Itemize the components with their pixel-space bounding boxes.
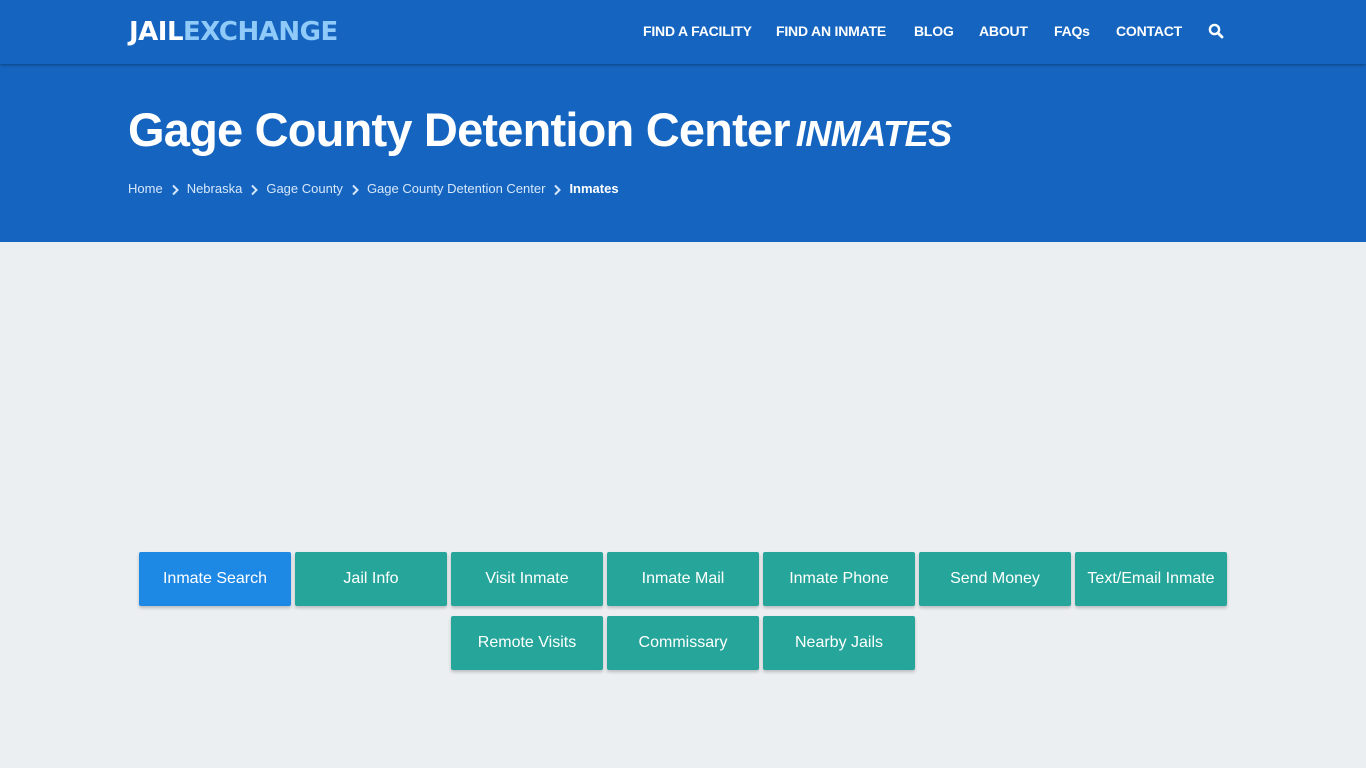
- chevron-right-icon: [545, 181, 569, 197]
- inmate-phone-button[interactable]: Inmate Phone: [763, 552, 915, 606]
- nav-contact[interactable]: CONTACT: [1116, 22, 1182, 40]
- nav-about[interactable]: ABOUT: [979, 22, 1028, 40]
- chevron-right-icon: [163, 181, 187, 197]
- nav-find-an-inmate[interactable]: FIND AN INMATE: [776, 22, 886, 40]
- send-money-button[interactable]: Send Money: [919, 552, 1071, 606]
- commissary-button[interactable]: Commissary: [607, 616, 759, 670]
- search-icon[interactable]: [1208, 23, 1224, 39]
- facility-name: Gage County Detention Center: [128, 103, 791, 156]
- page-title-suffix: INMATES: [795, 113, 952, 154]
- nav-find-a-facility[interactable]: FIND A FACILITY: [643, 22, 752, 40]
- breadcrumb-state[interactable]: Nebraska: [187, 181, 243, 197]
- nearby-jails-button[interactable]: Nearby Jails: [763, 616, 915, 670]
- breadcrumb-current: Inmates: [569, 181, 619, 196]
- inmate-search-button[interactable]: Inmate Search: [139, 552, 291, 606]
- nav-blog[interactable]: BLOG: [914, 22, 954, 40]
- main-nav: FIND A FACILITY FIND AN INMATE BLOG ABOU…: [0, 0, 1366, 64]
- chevron-right-icon: [242, 181, 266, 197]
- breadcrumb: Home Nebraska Gage County Gage County De…: [128, 181, 619, 197]
- top-navbar: JAILEXCHANGE FIND A FACILITY FIND AN INM…: [0, 0, 1366, 64]
- text-email-inmate-button[interactable]: Text/Email Inmate: [1075, 552, 1227, 606]
- jail-info-button[interactable]: Jail Info: [295, 552, 447, 606]
- page-header: Gage County Detention Center INMATES Home…: [0, 64, 1366, 242]
- visit-inmate-button[interactable]: Visit Inmate: [451, 552, 603, 606]
- page-title: Gage County Detention Center INMATES: [128, 102, 952, 162]
- breadcrumb-home[interactable]: Home: [128, 181, 163, 197]
- remote-visits-button[interactable]: Remote Visits: [451, 616, 603, 670]
- nav-faqs[interactable]: FAQs: [1054, 22, 1090, 40]
- chevron-right-icon: [343, 181, 367, 197]
- breadcrumb-county[interactable]: Gage County: [266, 181, 343, 197]
- inmate-mail-button[interactable]: Inmate Mail: [607, 552, 759, 606]
- breadcrumb-facility[interactable]: Gage County Detention Center: [367, 181, 546, 197]
